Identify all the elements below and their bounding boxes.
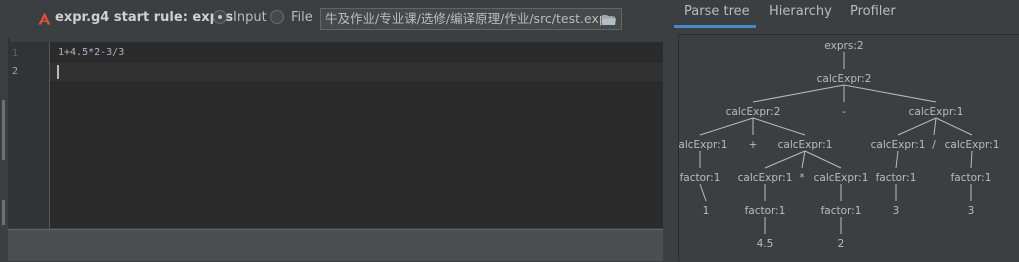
parse-tree-panel: Parse tree Hierarchy Profiler exprs:2 cal…: [670, 0, 1019, 261]
tree-edge: [699, 183, 707, 202]
console-area[interactable]: [8, 229, 663, 261]
tab-hierarchy[interactable]: Hierarchy: [769, 4, 832, 19]
tree-edge: [970, 150, 973, 169]
tree-node[interactable]: +: [749, 139, 758, 151]
line-number-gutter: 1 2: [8, 42, 50, 228]
tree-node[interactable]: 3: [968, 205, 975, 217]
file-radio-label[interactable]: File: [291, 10, 313, 25]
tree-edge: [752, 84, 845, 103]
tree-node[interactable]: factor:1: [745, 205, 786, 217]
tree-node[interactable]: calcExpr:2: [726, 106, 781, 118]
active-tab-indicator: [674, 25, 756, 28]
tool-tabs: Parse tree Hierarchy Profiler: [670, 0, 1019, 28]
tree-node[interactable]: 4.5: [757, 238, 774, 250]
tree-node[interactable]: calcExpr:1: [945, 139, 1000, 151]
tab-parse-tree[interactable]: Parse tree: [684, 4, 750, 19]
code-line[interactable]: 1+4.5*2-3/3: [58, 47, 124, 58]
tree-edge: [804, 150, 842, 169]
tree-edge: [935, 117, 973, 136]
folder-icon[interactable]: [601, 13, 617, 26]
file-path-field[interactable]: 牛及作业/专业课/选修/编译原理/作业/src/test.expr: [320, 8, 622, 30]
tree-node[interactable]: calcExpr:1: [679, 139, 727, 151]
tree-edge: [843, 84, 937, 103]
tree-edge: [699, 117, 754, 136]
tree-node[interactable]: -: [842, 106, 846, 118]
split-divider[interactable]: [663, 0, 670, 261]
input-radio-label[interactable]: Input: [233, 10, 267, 25]
tree-node[interactable]: exprs:2: [824, 40, 863, 52]
line-number: 1: [12, 48, 19, 59]
tree-edge: [897, 117, 937, 136]
tab-profiler[interactable]: Profiler: [850, 4, 896, 19]
tree-node[interactable]: 1: [703, 205, 710, 217]
tree-node[interactable]: factor:1: [876, 172, 917, 184]
current-line-highlight: [50, 63, 663, 81]
tree-edge: [933, 117, 937, 136]
text-caret: [57, 65, 59, 79]
tree-node[interactable]: factor:1: [951, 172, 992, 184]
grammar-title: expr.g4 start rule: exprs: [55, 10, 234, 25]
tree-node[interactable]: /: [932, 139, 936, 151]
tree-node[interactable]: factor:1: [680, 172, 721, 184]
preview-header: expr.g4 start rule: exprs Input File 牛及作…: [8, 0, 663, 38]
tree-edge: [801, 150, 806, 169]
tool-strip-tab[interactable]: [2, 100, 5, 160]
parse-tree-graph: exprs:2 calcExpr:2 calcExpr:2 - calcExpr:1 ca…: [679, 40, 1000, 250]
tree-node[interactable]: calcExpr:2: [817, 73, 872, 85]
parse-tree-view[interactable]: exprs:2 calcExpr:2 calcExpr:2 - calcExpr:1 ca…: [678, 34, 1019, 261]
tree-edge: [895, 150, 899, 169]
file-radio[interactable]: [270, 10, 284, 24]
file-path-value: 牛及作业/专业课/选修/编译原理/作业/src/test.expr: [325, 11, 612, 26]
tree-node[interactable]: 3: [893, 205, 900, 217]
tree-node[interactable]: 2: [838, 238, 845, 250]
tree-node[interactable]: calcExpr:1: [778, 139, 833, 151]
tree-node[interactable]: factor:1: [821, 205, 862, 217]
line-number: 2: [12, 66, 19, 77]
input-radio[interactable]: [213, 10, 227, 24]
input-editor[interactable]: 1 2 1+4.5*2-3/3: [8, 42, 663, 228]
tree-node[interactable]: calcExpr:1: [871, 139, 926, 151]
tree-node[interactable]: calcExpr:1: [909, 106, 964, 118]
tree-node[interactable]: calcExpr:1: [738, 172, 793, 184]
tool-strip-tab[interactable]: [2, 200, 5, 225]
tree-edge: [752, 117, 806, 136]
tree-node[interactable]: calcExpr:1: [814, 172, 869, 184]
tree-edge: [764, 150, 806, 169]
antlr-logo-icon: [38, 12, 51, 25]
tree-node[interactable]: *: [799, 172, 804, 184]
